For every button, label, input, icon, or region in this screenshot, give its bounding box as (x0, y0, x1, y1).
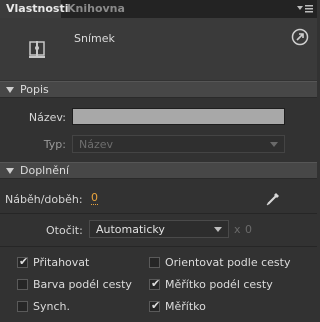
chevron-down-icon (270, 142, 278, 147)
checkmark-icon: ✔ (19, 255, 29, 268)
section-doplneni-header[interactable]: Doplnění (0, 162, 317, 179)
collapse-triangle-icon (6, 87, 14, 93)
rotate-times-x: x (234, 223, 241, 236)
goto-arrow-icon[interactable] (291, 28, 309, 46)
checkbox-label: Synch. (33, 300, 70, 313)
rotate-times-value[interactable]: 0 (245, 223, 252, 236)
rotate-dropdown[interactable]: Automaticky (89, 220, 229, 238)
checkbox-label: Barva podél cesty (33, 278, 132, 291)
checkbox-synch[interactable] (17, 301, 28, 312)
panel-tab-bar: Vlastnosti Knihovna (0, 0, 317, 18)
pen-icon[interactable] (266, 192, 280, 206)
section-doplneni-label: Doplnění (20, 164, 70, 177)
type-dropdown-value: Název (79, 138, 114, 151)
checkbox-meritko[interactable]: ✔ (149, 299, 161, 312)
checkbox-orientovat-podle-cesty[interactable] (149, 257, 160, 268)
rotate-label: Otočit: (46, 224, 83, 237)
frame-icon (27, 39, 47, 61)
type-label: Typ: (43, 138, 66, 151)
checkbox-barva-podel-cesty[interactable] (17, 279, 28, 290)
ease-value[interactable]: 0 (91, 192, 98, 205)
section-popis-label: Popis (20, 83, 49, 96)
checkbox-label: Měřítko podél cesty (165, 278, 273, 291)
checkbox-label: Přitahovat (33, 256, 90, 269)
checkbox-label: Orientovat podle cesty (165, 256, 291, 269)
tab-vlastnosti[interactable]: Vlastnosti (0, 0, 68, 18)
checkbox-pritahovat[interactable]: ✔ (17, 255, 29, 268)
checkmark-icon: ✔ (151, 299, 161, 312)
name-field[interactable] (72, 108, 285, 125)
section-popis-header[interactable]: Popis (0, 81, 317, 98)
type-dropdown[interactable]: Název (72, 135, 285, 153)
collapse-triangle-icon (6, 168, 14, 174)
panel-menu-icon[interactable] (297, 4, 313, 14)
ease-label: Náběh/doběh: (5, 193, 83, 206)
chevron-down-icon (214, 227, 222, 232)
checkbox-label: Měřítko (165, 300, 206, 313)
header-title: Snímek (74, 32, 115, 45)
checkmark-icon: ✔ (151, 277, 161, 290)
properties-header: Snímek (0, 18, 317, 80)
rotate-dropdown-value: Automaticky (96, 223, 165, 236)
divider (0, 246, 317, 247)
tab-knihovna[interactable]: Knihovna (62, 0, 125, 18)
name-label: Název: (28, 111, 66, 124)
divider (0, 213, 317, 214)
checkbox-meritko-podel-cesty[interactable]: ✔ (149, 277, 161, 290)
